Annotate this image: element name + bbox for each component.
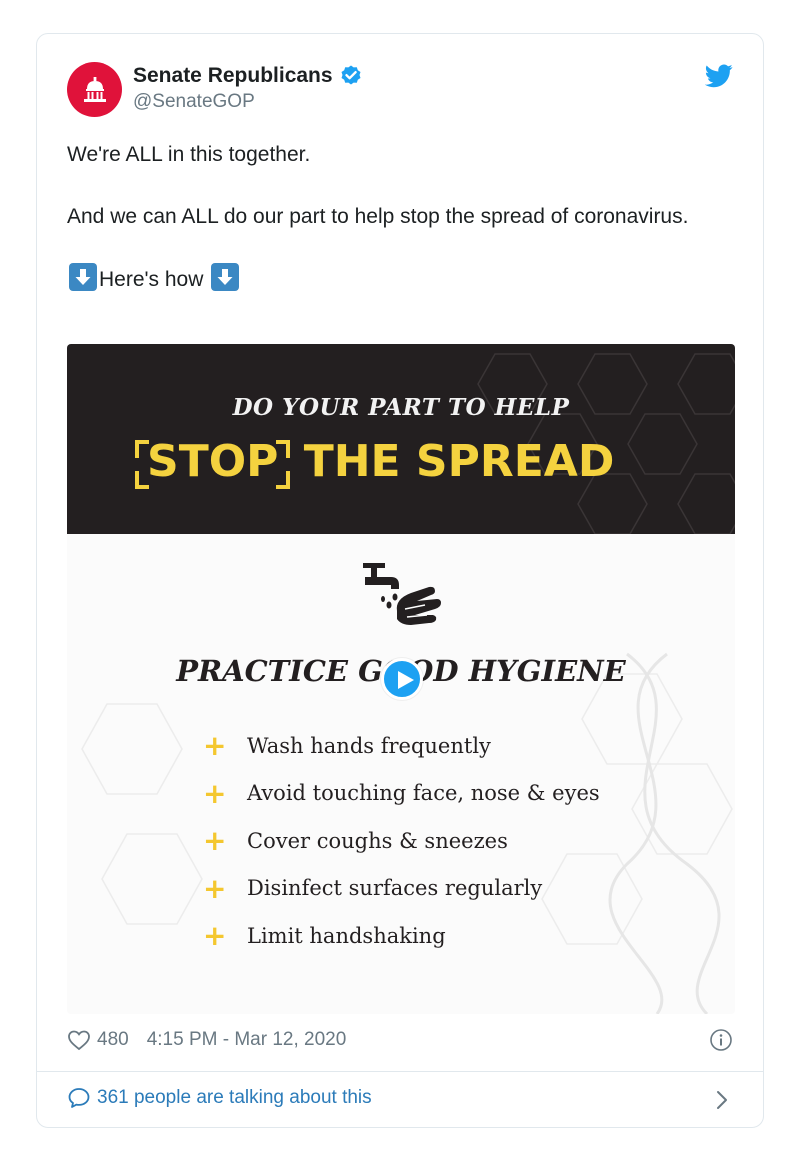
info-icon[interactable] [709, 1028, 733, 1052]
tweet-card: Senate Republicans @SenateGOP We're ALL … [36, 33, 764, 1128]
down-arrow-emoji-icon [69, 263, 97, 291]
tweet-text-line3: Here's how [67, 263, 737, 295]
plus-icon: + [203, 729, 227, 763]
bracketed-word: STOP [135, 436, 291, 489]
down-arrow-emoji-icon [211, 263, 240, 291]
play-button[interactable] [381, 658, 423, 700]
like-count[interactable]: 480 [97, 1029, 129, 1051]
tweet-meta: 480 4:15 PM - Mar 12, 2020 [67, 1029, 346, 1051]
plus-icon: + [203, 776, 227, 810]
tip-text: Avoid touching face, nose & eyes [247, 781, 600, 806]
banner-word-spread: THE SPREAD [303, 436, 615, 487]
list-item: + Avoid touching face, nose & eyes [203, 770, 600, 818]
author-name[interactable]: Senate Republicans [133, 64, 333, 88]
banner-title: STOP THE SPREAD [135, 436, 615, 489]
plus-icon: + [203, 919, 227, 953]
banner-word-stop: STOP [147, 436, 279, 487]
list-item: + Limit handshaking [203, 912, 600, 960]
video-banner: DO YOUR PART TO HELP STOP THE SPREAD [67, 344, 735, 534]
tweet-text-line2: And we can ALL do our part to help stop … [67, 205, 689, 228]
heres-how-text: Here's how [99, 268, 204, 291]
chevron-right-icon[interactable] [715, 1089, 729, 1111]
play-icon [398, 671, 414, 689]
twitter-bird-icon[interactable] [705, 64, 733, 88]
verified-badge-icon [341, 65, 361, 85]
author-block: Senate Republicans @SenateGOP [133, 64, 363, 113]
list-item: + Cover coughs & sneezes [203, 817, 600, 865]
tip-text: Disinfect surfaces regularly [247, 876, 543, 901]
speech-bubble-icon [68, 1088, 90, 1108]
divider [37, 1071, 763, 1072]
tip-text: Cover coughs & sneezes [247, 828, 508, 853]
video-media[interactable]: DO YOUR PART TO HELP STOP THE SPREAD PRA… [67, 344, 735, 1014]
avatar[interactable] [67, 62, 122, 117]
list-item: + Wash hands frequently [203, 722, 600, 770]
tweet-text: We're ALL in this together. And we can A… [67, 139, 737, 326]
tweet-text-line1: We're ALL in this together. [67, 143, 311, 166]
conversation-text[interactable]: 361 people are talking about this [97, 1087, 372, 1109]
author-handle[interactable]: @SenateGOP [133, 91, 363, 113]
tip-text: Limit handshaking [247, 923, 446, 948]
plus-icon: + [203, 871, 227, 905]
capitol-icon [83, 76, 106, 102]
plus-icon: + [203, 824, 227, 858]
banner-subtitle: DO YOUR PART TO HELP [232, 394, 570, 421]
hygiene-tips-list: + Wash hands frequently + Avoid touching f… [203, 722, 600, 960]
timestamp[interactable]: 4:15 PM - Mar 12, 2020 [147, 1029, 347, 1051]
tip-text: Wash hands frequently [247, 733, 491, 758]
conversation-link[interactable]: 361 people are talking about this [67, 1086, 372, 1110]
list-item: + Disinfect surfaces regularly [203, 865, 600, 913]
hand-washing-icon [363, 563, 441, 625]
heart-icon[interactable] [67, 1029, 91, 1051]
